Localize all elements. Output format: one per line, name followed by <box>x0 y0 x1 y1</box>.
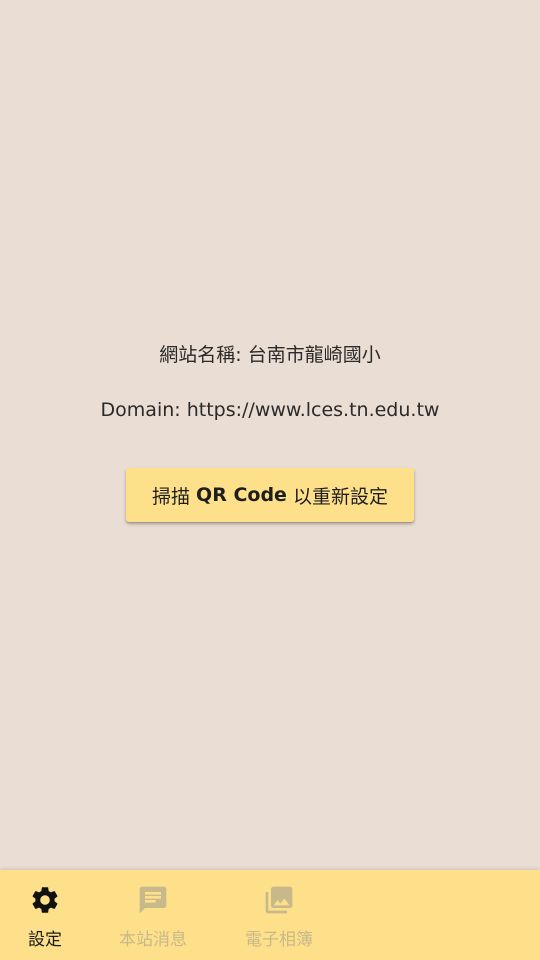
nav-label-album: 電子相簿 <box>245 930 313 950</box>
scan-qr-code-button[interactable]: 掃描 QR Code 以重新設定 <box>126 468 414 522</box>
domain-text: Domain: https://www.lces.tn.edu.tw <box>100 399 440 421</box>
main-content: 網站名稱: 台南市龍崎國小 Domain: https://www.lces.t… <box>0 0 540 870</box>
message-icon <box>139 886 167 914</box>
scan-button-prefix: 掃描 <box>152 485 191 508</box>
scan-button-suffix: 以重新設定 <box>292 485 388 508</box>
nav-label-news: 本站消息 <box>119 930 187 950</box>
photo-album-icon <box>265 886 293 914</box>
scan-button-qr-label: QR Code <box>196 484 287 506</box>
site-name-text: 網站名稱: 台南市龍崎國小 <box>159 344 381 366</box>
nav-item-album[interactable]: 電子相簿 <box>234 870 324 960</box>
nav-item-news[interactable]: 本站消息 <box>108 870 198 960</box>
gear-icon <box>32 887 58 913</box>
nav-label-settings: 設定 <box>28 930 62 950</box>
bottom-navigation-bar: 設定 本站消息 電子相簿 <box>0 870 540 960</box>
nav-item-settings[interactable]: 設定 <box>14 870 76 960</box>
